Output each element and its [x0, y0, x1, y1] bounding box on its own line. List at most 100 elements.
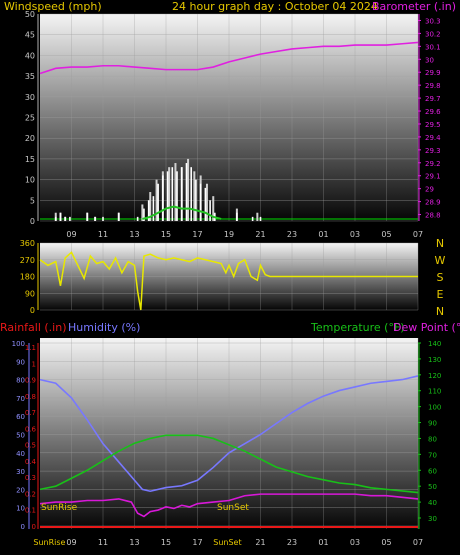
hour-tick-label: 17	[192, 230, 202, 239]
wind-speed-bar	[136, 216, 139, 221]
sunset-marker-label: SunSet	[217, 503, 249, 513]
chart-title: 24 hour graph day : October 04 2024	[172, 0, 378, 13]
temperature-tick-label: 120	[428, 372, 441, 380]
windspeed-tick-label: 30	[25, 93, 35, 102]
barometer-tick-label: 29.1	[425, 173, 441, 181]
humidity-tick-label: 10	[16, 505, 25, 513]
wind-speed-bar	[195, 179, 197, 221]
hour-tick-label: 07	[413, 538, 423, 547]
windspeed-tick-label: 20	[25, 134, 35, 143]
temperature-tick-label: 110	[428, 388, 441, 396]
wind-speed-bar	[117, 212, 120, 221]
direction-tick-label: 180	[20, 273, 35, 282]
hour-tick-label: 11	[98, 538, 108, 547]
rainfall-tick-label: 0.6	[25, 425, 37, 433]
windspeed-tick-label: 15	[25, 155, 35, 164]
rainfall-tick-label: 0.4	[25, 458, 37, 466]
temperature-axis-title: Temperature (°F)	[310, 321, 405, 334]
hour-tick-label: 05	[381, 538, 391, 547]
sun-axis-label: SunSet	[213, 538, 241, 547]
barometer-tick-label: 28.8	[425, 212, 441, 220]
wind-speed-bar	[199, 183, 202, 221]
hour-tick-label: 03	[350, 230, 360, 239]
wind-speed-bar	[251, 216, 254, 221]
hour-tick-label: 23	[287, 538, 297, 547]
hour-tick-label: 15	[161, 230, 171, 239]
temperature-tick-label: 130	[428, 356, 441, 364]
hour-tick-label: 03	[350, 538, 360, 547]
compass-label: E	[437, 288, 444, 301]
hour-tick-label: 07	[413, 230, 423, 239]
barometer-tick-label: 29.6	[425, 108, 441, 116]
rainfall-tick-label: 0.7	[25, 409, 36, 417]
wind-speed-bar	[185, 163, 188, 221]
hour-tick-label: 01	[318, 230, 328, 239]
humidity-tick-label: 50	[16, 432, 25, 440]
windspeed-tick-label: 0	[30, 217, 35, 226]
wind-speed-bar	[162, 175, 164, 221]
barometer-tick-label: 30.2	[425, 30, 441, 38]
wind-speed-bar	[69, 216, 71, 221]
barometer-tick-label: 30	[425, 56, 434, 64]
windspeed-tick-label: 5	[30, 196, 35, 205]
wind-speed-bar	[157, 183, 159, 221]
wind-speed-bar	[54, 216, 57, 221]
humidity-tick-label: 80	[16, 377, 25, 385]
hour-tick-label: 23	[287, 230, 297, 239]
wind-speed-bar	[171, 167, 174, 221]
temperature-tick-label: 30	[428, 515, 437, 523]
wind-speed-bar	[209, 200, 211, 221]
barometer-tick-label: 29.2	[425, 160, 441, 168]
windspeed-tick-label: 40	[25, 51, 35, 60]
compass-label: S	[437, 271, 444, 284]
humidity-axis-title: Humidity (%)	[68, 321, 140, 334]
wind-speed-bar	[236, 212, 238, 221]
rainfall-axis-title: Rainfall (.in)	[0, 321, 67, 334]
windspeed-tick-label: 50	[25, 10, 35, 19]
windspeed-axis-title: Windspeed (mph)	[4, 0, 102, 13]
wind-speed-bar	[204, 187, 207, 221]
wind-gust-bar	[193, 171, 196, 221]
hour-tick-label: 09	[66, 538, 76, 547]
hour-tick-label: 13	[129, 538, 139, 547]
wind-speed-bar	[176, 171, 178, 221]
windspeed-tick-label: 25	[25, 114, 35, 123]
barometer-tick-label: 29.4	[425, 134, 441, 142]
barometer-axis-title: Barometer (.in)	[372, 0, 456, 13]
rainfall-tick-label: 0.1	[25, 507, 36, 515]
compass-label: N	[436, 237, 444, 250]
humidity-tick-label: 20	[16, 486, 25, 494]
barometer-tick-label: 30.3	[425, 17, 441, 25]
barometer-tick-label: 29.5	[425, 121, 441, 129]
humidity-tick-label: 0	[21, 523, 25, 531]
temperature-tick-label: 50	[428, 483, 437, 491]
barometer-tick-label: 29	[425, 186, 434, 194]
temperature-tick-label: 90	[428, 420, 437, 428]
barometer-tick-label: 29.3	[425, 147, 441, 155]
windspeed-tick-label: 45	[25, 31, 35, 40]
humidity-tick-label: 70	[16, 395, 25, 403]
wind-speed-bar	[180, 167, 183, 221]
compass-label: N	[436, 305, 444, 318]
wind-speed-bar	[190, 167, 192, 221]
wind-gust-bar	[256, 212, 259, 221]
rainfall-tick-label: 1.1	[25, 344, 36, 352]
humidity-tick-label: 90	[16, 358, 25, 366]
rainfall-tick-label: 0.3	[25, 474, 36, 482]
wind-gust-bar	[174, 163, 177, 221]
windspeed-tick-label: 10	[25, 176, 35, 185]
wind-speed-bar	[102, 216, 104, 221]
direction-tick-label: 270	[20, 256, 35, 265]
hour-tick-label: 21	[255, 538, 265, 547]
temperature-tick-label: 100	[428, 404, 441, 412]
hour-tick-label: 17	[192, 538, 202, 547]
sunrise-marker-label: SunRise	[41, 503, 78, 513]
wind-speed-bar	[152, 196, 155, 221]
rainfall-tick-label: 0.2	[25, 490, 36, 498]
hour-tick-label: 05	[381, 230, 391, 239]
hour-tick-label: 13	[129, 230, 139, 239]
temperature-tick-label: 40	[428, 499, 437, 507]
temperature-tick-label: 60	[428, 467, 437, 475]
wind-speed-bar	[259, 216, 262, 221]
hour-tick-label: 11	[98, 230, 108, 239]
